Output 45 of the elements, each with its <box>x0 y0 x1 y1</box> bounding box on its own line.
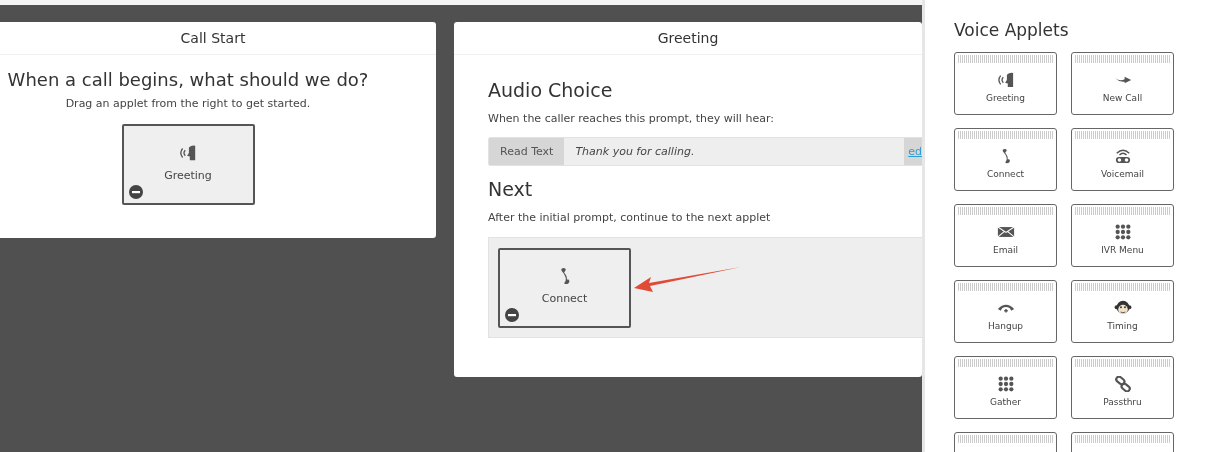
applet-tile[interactable]: Greeting <box>121 124 255 206</box>
applet-tile[interactable]: Greeting <box>954 52 1057 116</box>
applet-tile[interactable]: Connect <box>498 247 631 328</box>
greeting-speaker-icon <box>179 144 197 163</box>
applet-tile[interactable]: Gather <box>954 356 1057 420</box>
applet-label: New Call <box>1102 92 1143 106</box>
applet-tile[interactable]: Connect <box>954 128 1057 192</box>
applet-tile[interactable]: IVR Menu <box>1071 204 1174 268</box>
applet-label: Hangup <box>987 320 1024 334</box>
applet-tile[interactable]: Hangup <box>954 280 1057 344</box>
keypad-icon <box>1113 224 1132 241</box>
hint-text: After the initial prompt, continue to the next applet <box>488 210 772 227</box>
applet-label: Greeting <box>164 168 212 185</box>
applet-tile[interactable]: Timing <box>1071 280 1174 344</box>
remove-icon[interactable] <box>505 307 519 322</box>
greeting-speaker-icon <box>996 72 1015 89</box>
section-heading: Audio Choice <box>488 79 614 102</box>
card-heading: When a call begins, what should we do? <box>7 69 369 91</box>
applet-tile[interactable]: Voicemail <box>1071 128 1174 192</box>
applet-label: Email <box>993 244 1018 258</box>
prompt-text: Thank you for calling. <box>574 143 696 160</box>
hint-text: Drag an applet from the right to get started. <box>65 95 311 112</box>
keypad-icon <box>996 376 1015 393</box>
applet-label: Timing <box>1107 320 1138 334</box>
prompt-field[interactable]: Read Text Thank you for calling. ed <box>488 137 922 167</box>
applet-label: Passthru <box>1103 396 1142 410</box>
applet-label: Voicemail <box>1100 168 1145 182</box>
voicemail-icon <box>1113 148 1132 165</box>
remove-icon[interactable] <box>128 185 143 200</box>
applet-tile[interactable]: Email <box>954 204 1057 268</box>
applet-label: Greeting <box>986 92 1025 106</box>
chain-link-icon <box>1113 376 1132 393</box>
applet-label: Gather <box>990 396 1021 410</box>
applet-label: Connect <box>986 168 1025 182</box>
applet-label: IVR Menu <box>1101 244 1144 258</box>
mode-label: Read Text <box>489 138 565 166</box>
applet-tile[interactable]: New Call <box>1071 52 1174 116</box>
section-heading: Next <box>488 178 534 202</box>
applet-label: Connect <box>541 291 588 308</box>
hint-text: When the caller reaches this prompt, they will hear: <box>488 110 775 127</box>
applet-tile[interactable]: Passthru <box>1071 356 1174 420</box>
card-title: Greeting <box>454 22 922 55</box>
monkey-face-icon <box>1113 300 1132 317</box>
sidebar-title: Voice Applets <box>954 20 1070 41</box>
card-title: Call Start <box>0 22 436 55</box>
